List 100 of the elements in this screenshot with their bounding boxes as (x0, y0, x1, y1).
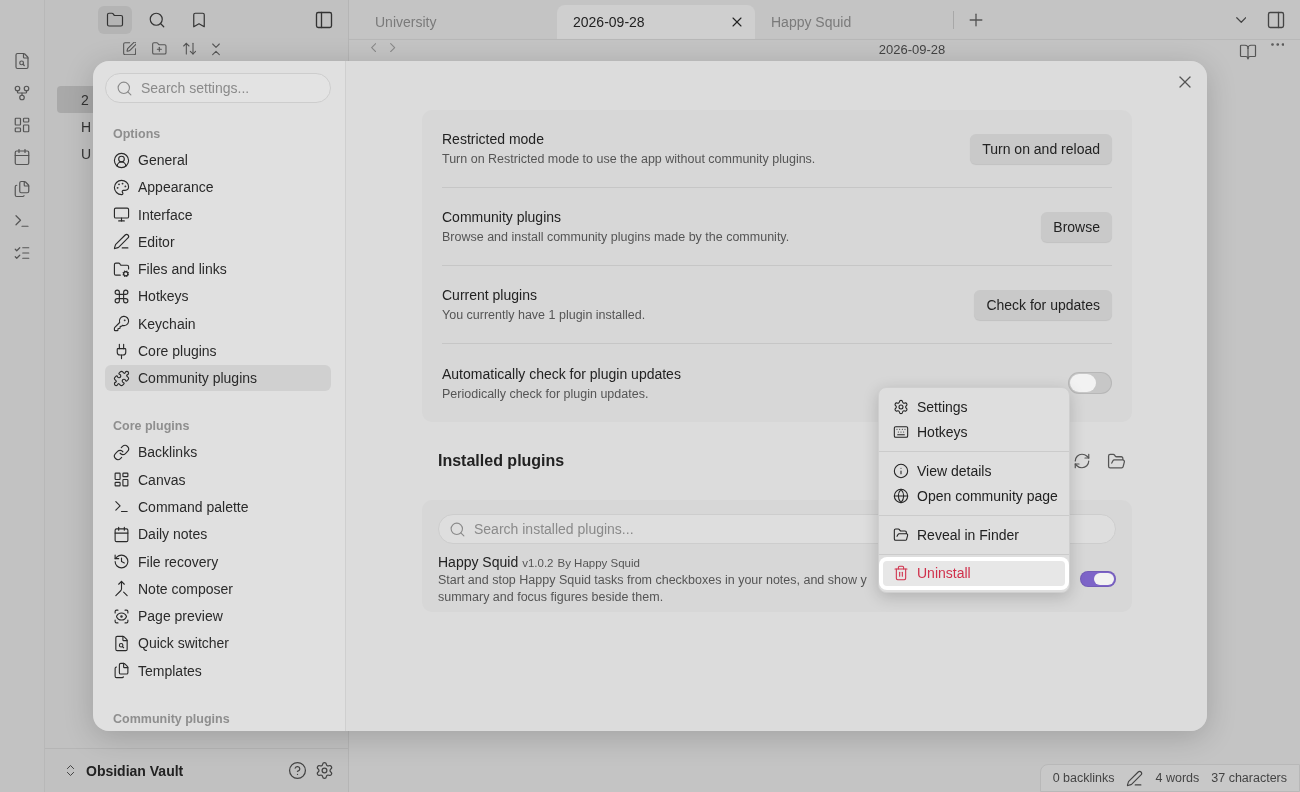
setting-title: Automatically check for plugin updates (442, 365, 682, 382)
menu-item[interactable]: Open community page (883, 483, 1065, 509)
setting-button[interactable]: Turn on and reload (970, 133, 1112, 164)
plugin-name: Happy Squid (438, 554, 519, 570)
folder-gear-icon (113, 260, 130, 278)
bookmark-icon (190, 11, 208, 29)
forward-icon (390, 43, 396, 53)
settings-nav-item[interactable]: Community plugins (105, 365, 331, 392)
back-icon (371, 43, 377, 53)
more-icon (1270, 43, 1284, 46)
setting-button[interactable]: Browse (1041, 211, 1112, 242)
chevron-down-icon (1235, 16, 1246, 23)
file-search-icon (13, 52, 31, 70)
files-icon (13, 180, 31, 198)
settings-icon (315, 761, 334, 780)
merge-icon (113, 580, 130, 598)
collapse-icon (212, 42, 221, 57)
settings-nav-item[interactable]: Interface (105, 201, 331, 228)
trash-icon (893, 565, 909, 582)
folder-tab[interactable] (98, 6, 132, 34)
refresh-icon (1073, 452, 1091, 470)
section-heading: Installed plugins (438, 452, 566, 470)
setting-description: Turn on Restricted mode to use the app without community plugins. (442, 152, 817, 166)
note-title: 2026-09-28 (877, 42, 946, 57)
help-icon (288, 761, 307, 780)
settings-nav-item[interactable]: Daily notes (105, 521, 331, 548)
settings-nav-item[interactable]: File recovery (105, 548, 331, 575)
settings-nav-item[interactable]: Core plugins (105, 338, 331, 365)
graph-icon (13, 84, 31, 102)
menu-item[interactable]: View details (883, 458, 1065, 484)
search-icon (116, 79, 133, 97)
settings-nav-item[interactable]: Command palette (105, 493, 331, 520)
calendar-icon (113, 525, 130, 543)
command-key-icon (113, 288, 130, 305)
setting-description: Browse and install community plugins made by the community. (442, 230, 791, 244)
settings-nav-item[interactable]: Keychain (105, 310, 331, 337)
character-count: 37 characters (1211, 771, 1287, 785)
setting-button[interactable]: Check for updates (974, 289, 1112, 320)
plugin-description: Start and stop Happy Squid tasks from checkboxes in your notes, and show y (438, 573, 867, 587)
settings-nav-item[interactable]: Quick switcher (105, 630, 331, 657)
backlinks-count: 0 backlinks (1052, 771, 1115, 785)
plugin-version: v1.0.2 (522, 557, 554, 569)
menu-item[interactable]: Hotkeys (883, 419, 1065, 445)
plugin-author: By Happy Squid (557, 557, 640, 569)
eye-icon (113, 607, 130, 625)
pen-icon (113, 233, 130, 251)
toggle-switch[interactable] (1068, 372, 1112, 394)
settings-nav-item[interactable]: Editor (105, 228, 331, 255)
puzzle-icon (113, 369, 130, 387)
word-count: 4 words (1155, 771, 1200, 785)
setting-description: Periodically check for plugin updates. (442, 386, 650, 401)
sidebar-toggle-icon (1266, 9, 1286, 30)
keyboard-icon (893, 424, 909, 441)
info-icon (893, 462, 909, 479)
settings-nav-item[interactable]: Appearance (105, 174, 331, 201)
palette-icon (113, 178, 130, 196)
file-search-icon (113, 634, 130, 652)
files-icon (113, 662, 130, 680)
settings-icon (893, 398, 909, 415)
grid-icon (13, 116, 31, 134)
checklist-icon (13, 244, 31, 262)
setting-title: Restricted mode (442, 131, 545, 147)
setting-title: Current plugins (442, 287, 538, 303)
settings-nav-item[interactable]: Files and links (105, 256, 331, 283)
setting-title: Community plugins (442, 209, 563, 225)
vault-name[interactable]: Obsidian Vault (86, 762, 280, 779)
pen-icon (1126, 769, 1144, 787)
link-icon (113, 443, 130, 461)
grid-icon (113, 471, 130, 489)
settings-nav-item[interactable]: Backlinks (105, 439, 331, 466)
user-circle-icon (113, 151, 130, 169)
folder-icon (106, 11, 124, 29)
group-heading: Core plugins (113, 419, 191, 434)
group-heading: Options (113, 127, 162, 141)
settings-nav-item[interactable]: Templates (105, 657, 331, 684)
search-icon (449, 520, 466, 538)
book-icon (1238, 43, 1257, 61)
sidebar-toggle-icon (314, 10, 334, 30)
folder-icon (1107, 451, 1126, 471)
setting-description: You currently have 1 plugin installed. (442, 308, 647, 322)
sort-icon (183, 42, 197, 56)
settings-nav-item[interactable]: Page preview (105, 603, 331, 630)
folder-icon (893, 526, 909, 543)
group-heading: Community plugins (113, 711, 231, 726)
calendar-icon (13, 148, 31, 166)
plugin-description: summary and focus figures beside them. (438, 590, 664, 604)
terminal-icon (13, 212, 31, 230)
history-icon (113, 553, 130, 571)
note-tab[interactable]: 2026-09-28 (557, 5, 755, 39)
settings-nav-item[interactable]: Hotkeys (105, 283, 331, 310)
settings-nav-item[interactable]: Canvas (105, 466, 331, 493)
new-folder-icon (152, 42, 167, 56)
globe-icon (893, 488, 909, 505)
settings-nav-item[interactable]: Note composer (105, 575, 331, 602)
search-icon (148, 11, 166, 29)
menu-item[interactable]: Settings (883, 394, 1065, 420)
toggle-switch[interactable] (1080, 571, 1116, 587)
key-icon (113, 315, 130, 333)
monitor-icon (113, 206, 130, 224)
settings-nav-item[interactable]: General (105, 147, 331, 173)
